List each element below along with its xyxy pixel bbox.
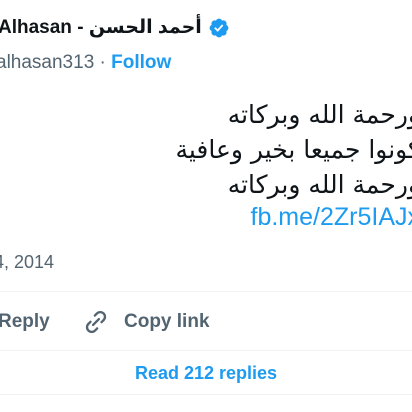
author-display-name[interactable]: Alhasan - أحمد الحسن xyxy=(0,16,202,39)
divider xyxy=(0,350,412,351)
tweet-link[interactable]: fb.me/2Zr5IAJx xyxy=(251,203,412,232)
divider xyxy=(0,291,412,292)
divider xyxy=(0,394,412,395)
copy-link-label: Copy link xyxy=(124,311,210,332)
copy-link-button[interactable]: Copy link xyxy=(82,308,210,336)
tweet-text-line: كونوا جميعا بخير وعافية xyxy=(175,135,412,164)
verified-badge-icon xyxy=(209,18,229,37)
tweet-text-line: ورحمة الله وبركاته xyxy=(227,170,412,199)
link-icon xyxy=(85,310,107,334)
read-replies-button[interactable]: Read 212 replies xyxy=(0,363,412,384)
handle-separator: · xyxy=(99,52,106,73)
follow-button[interactable]: Follow xyxy=(111,52,171,73)
author-handle-row: alhasan313 · Follow xyxy=(0,52,171,74)
tweet-text-line: ورحمة الله وبركاته xyxy=(227,100,412,129)
reply-button[interactable]: Reply xyxy=(0,311,50,333)
author-handle[interactable]: alhasan313 xyxy=(0,52,94,73)
author-name-row[interactable]: Alhasan - أحمد الحسن xyxy=(0,16,230,39)
tweet-date[interactable]: 4, 2014 xyxy=(0,252,54,273)
